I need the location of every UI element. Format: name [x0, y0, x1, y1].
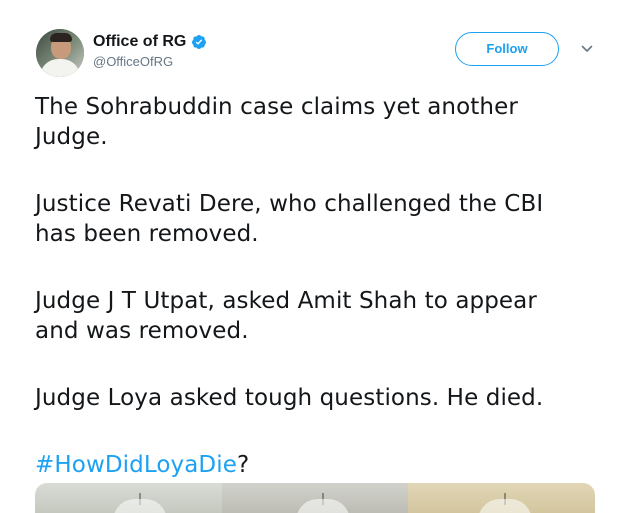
follow-button[interactable]: Follow [455, 32, 559, 66]
chevron-down-icon[interactable] [580, 42, 594, 56]
tweet-paragraph: Justice Revati Dere, who challenged the … [35, 189, 605, 249]
tweet-line: Judge. [35, 124, 108, 150]
tweet-line: Justice Revati Dere, who challenged the … [35, 191, 544, 217]
tweet-line: has been removed. [35, 221, 259, 247]
media-image[interactable] [221, 483, 409, 513]
author-avatar[interactable] [36, 29, 84, 77]
hashtag-suffix: ? [237, 452, 250, 478]
author-display-name[interactable]: Office of RG [93, 32, 186, 51]
media-image[interactable] [408, 483, 595, 513]
author-handle[interactable]: @OfficeOfRG [93, 54, 173, 70]
tweet-line: The Sohrabuddin case claims yet another [35, 94, 518, 120]
tweet-line: Judge Loya asked tough questions. He die… [35, 385, 544, 411]
media-image[interactable] [35, 483, 222, 513]
tweet-text: The Sohrabuddin case claims yet another … [35, 92, 605, 480]
tweet-media[interactable] [35, 483, 595, 513]
tweet-paragraph: Judge J T Utpat, asked Amit Shah to appe… [35, 286, 605, 346]
tweet-paragraph: Judge Loya asked tough questions. He die… [35, 383, 605, 413]
verified-badge-icon [192, 34, 207, 49]
tweet-line: Judge J T Utpat, asked Amit Shah to appe… [35, 288, 537, 314]
tweet-line: and was removed. [35, 318, 249, 344]
hashtag-link[interactable]: #HowDidLoyaDie [35, 452, 237, 478]
tweet-card: Office of RG @OfficeOfRG Follow The Sohr… [0, 0, 625, 513]
author-name-row[interactable]: Office of RG [93, 32, 207, 51]
hashtag-paragraph: #HowDidLoyaDie? [35, 450, 605, 480]
tweet-paragraph: The Sohrabuddin case claims yet another … [35, 92, 605, 152]
